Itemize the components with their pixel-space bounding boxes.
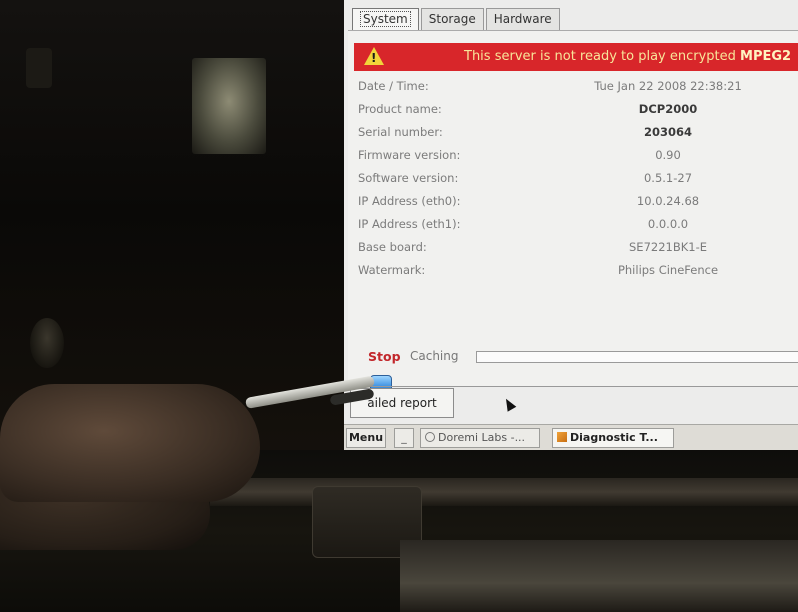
- bezel-knob: [30, 318, 64, 368]
- info-value-ip-eth0: 10.0.24.68: [636, 194, 700, 208]
- taskbar-menu-button[interactable]: Menu: [346, 428, 386, 448]
- info-value-base-board: SE7221BK1-E: [629, 240, 707, 254]
- info-label-ip-eth1: IP Address (eth1):: [358, 217, 461, 231]
- info-value-software-version: 0.5.1-27: [643, 171, 693, 185]
- bezel-light: [192, 58, 266, 154]
- projector-base: [400, 540, 798, 612]
- tab-system[interactable]: System: [352, 8, 419, 31]
- tab-bar: System Storage Hardware: [352, 8, 562, 31]
- taskbar-minimize-button[interactable]: _: [394, 428, 414, 448]
- panel-divider: [344, 386, 798, 387]
- taskbar: Menu _ Doremi Labs -... Diagnostic T...: [344, 424, 798, 450]
- caching-label: Caching: [410, 349, 459, 363]
- system-panel: This server is not ready to play encrypt…: [348, 30, 798, 395]
- info-label-base-board: Base board:: [358, 240, 427, 254]
- info-value-date-time: Tue Jan 22 2008 22:38:21: [594, 79, 742, 93]
- bezel-slot: [26, 48, 52, 88]
- gear-icon: [425, 432, 435, 442]
- taskbar-diagnostic-window[interactable]: Diagnostic T...: [552, 428, 674, 448]
- stop-button[interactable]: Stop: [368, 349, 401, 364]
- info-label-date-time: Date / Time:: [358, 79, 429, 93]
- info-label-product-name: Product name:: [358, 102, 442, 116]
- info-value-ip-eth1: 0.0.0.0: [647, 217, 689, 231]
- alert-banner: This server is not ready to play encrypt…: [354, 43, 798, 71]
- info-label-watermark: Watermark:: [358, 263, 426, 277]
- diagnostic-window: System Storage Hardware This server is n…: [344, 0, 798, 450]
- info-label-firmware-version: Firmware version:: [358, 148, 461, 162]
- mouse-cursor-icon: [501, 396, 517, 412]
- warning-icon: [364, 47, 384, 65]
- diagnostic-icon: [557, 432, 567, 442]
- info-label-ip-eth0: IP Address (eth0):: [358, 194, 461, 208]
- caching-progress-bar: [476, 351, 798, 363]
- taskbar-doremi-window[interactable]: Doremi Labs -...: [420, 428, 540, 448]
- info-value-serial-number: 203064: [643, 125, 692, 139]
- photo-scene: System Storage Hardware This server is n…: [0, 0, 798, 612]
- info-label-software-version: Software version:: [358, 171, 459, 185]
- alert-message: This server is not ready to play encrypt…: [464, 49, 792, 64]
- tab-hardware[interactable]: Hardware: [485, 8, 560, 31]
- info-value-product-name: DCP2000: [638, 102, 698, 116]
- tab-storage[interactable]: Storage: [420, 8, 484, 31]
- info-value-firmware-version: 0.90: [655, 148, 681, 162]
- info-value-watermark: Philips CineFence: [617, 263, 719, 277]
- info-label-serial-number: Serial number:: [358, 125, 443, 139]
- projector-rail: [210, 478, 798, 506]
- hand: [0, 384, 260, 502]
